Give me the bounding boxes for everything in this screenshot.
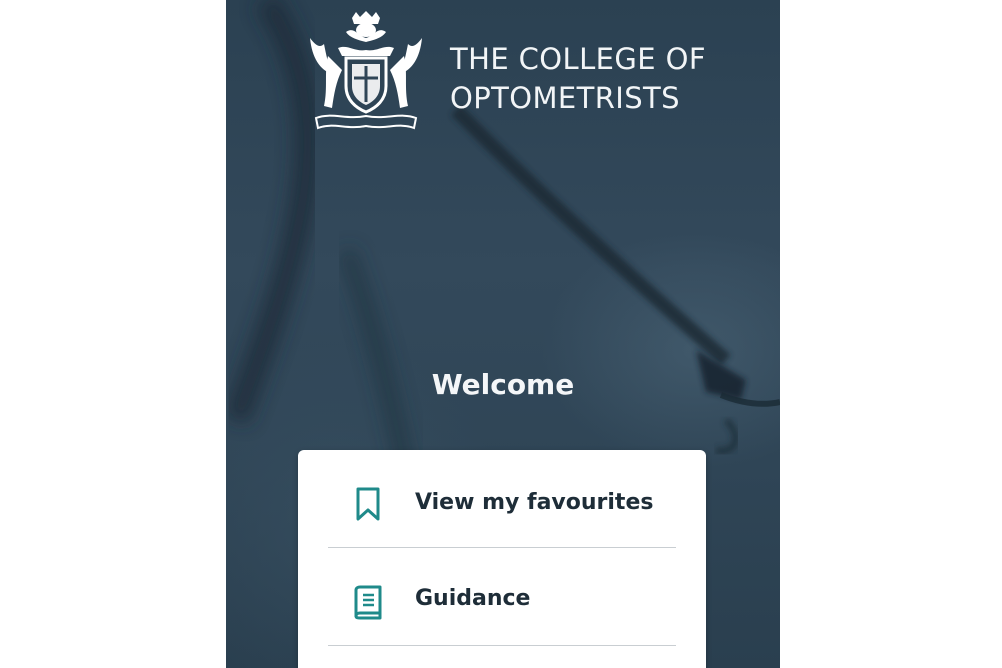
menu-item-view-favourites[interactable]: View my favourites xyxy=(298,450,706,548)
book-icon xyxy=(354,585,382,620)
menu-item-label: View my favourites xyxy=(415,490,654,515)
welcome-heading: Welcome xyxy=(431,368,575,401)
main-menu: View my favourites Guidance xyxy=(298,450,706,668)
college-name-line2: OPTOMETRISTS xyxy=(450,81,680,115)
app-header: THE COLLEGE OF OPTOMETRISTS xyxy=(302,8,752,136)
college-name-line1: THE COLLEGE OF xyxy=(450,42,706,76)
menu-item-guidance[interactable]: Guidance xyxy=(298,548,706,646)
bookmark-icon xyxy=(356,487,380,521)
menu-divider xyxy=(328,645,676,646)
app-screen: THE COLLEGE OF OPTOMETRISTS Welcome View… xyxy=(226,0,780,668)
menu-item-label: Guidance xyxy=(415,586,531,611)
college-crest-logo xyxy=(310,11,422,130)
college-name: THE COLLEGE OF OPTOMETRISTS xyxy=(450,40,706,118)
